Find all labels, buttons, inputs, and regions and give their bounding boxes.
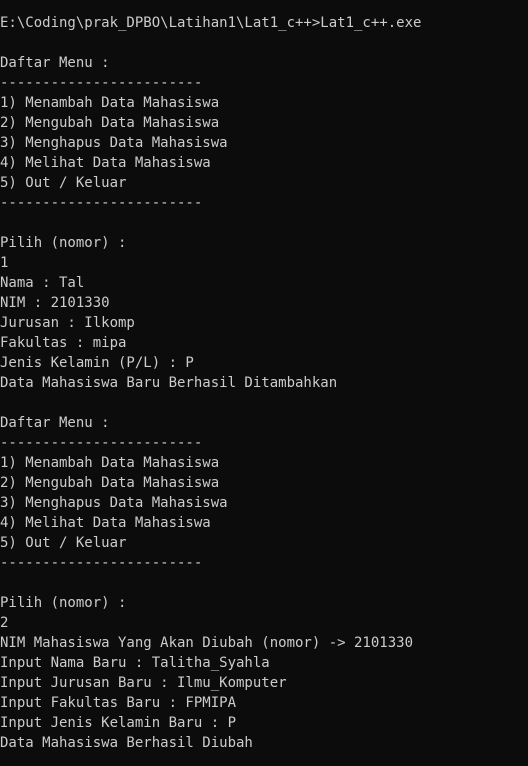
new-faculty-input: Input Fakultas Baru : FPMIPA xyxy=(0,695,237,711)
menu-title: Daftar Menu : xyxy=(0,55,110,71)
command-prompt-line: E:\Coding\prak_DPBO\Latihan1\Lat1_c++>La… xyxy=(0,15,422,31)
menu-divider: ------------------------ xyxy=(0,195,203,211)
menu-divider: ------------------------ xyxy=(0,435,203,451)
menu-option-view: 4) Melihat Data Mahasiswa xyxy=(0,155,211,171)
nim-edit-prompt: NIM Mahasiswa Yang Akan Diubah (nomor) -… xyxy=(0,635,414,651)
choice-input: 1 xyxy=(0,255,9,271)
menu-divider: ------------------------ xyxy=(0,75,203,91)
menu-option-exit: 5) Out / Keluar xyxy=(0,535,127,551)
success-message: Data Mahasiswa Baru Berhasil Ditambahkan xyxy=(0,375,338,391)
menu-option-add: 1) Menambah Data Mahasiswa xyxy=(0,95,220,111)
menu-option-delete: 3) Menghapus Data Mahasiswa xyxy=(0,495,228,511)
menu-divider: ------------------------ xyxy=(0,555,203,571)
console-output[interactable]: E:\Coding\prak_DPBO\Latihan1\Lat1_c++>La… xyxy=(0,0,528,766)
nim-output: NIM : 2101330 xyxy=(0,295,110,311)
choice-prompt: Pilih (nomor) : xyxy=(0,235,127,251)
menu-title: Daftar Menu : xyxy=(0,415,110,431)
menu-option-add: 1) Menambah Data Mahasiswa xyxy=(0,455,220,471)
new-major-input: Input Jurusan Baru : Ilmu_Komputer xyxy=(0,675,287,691)
choice-prompt: Pilih (nomor) : xyxy=(0,595,127,611)
menu-option-edit: 2) Mengubah Data Mahasiswa xyxy=(0,115,220,131)
menu-option-exit: 5) Out / Keluar xyxy=(0,175,127,191)
menu-option-edit: 2) Mengubah Data Mahasiswa xyxy=(0,475,220,491)
edit-success-message: Data Mahasiswa Berhasil Diubah xyxy=(0,735,253,751)
new-gender-input: Input Jenis Kelamin Baru : P xyxy=(0,715,237,731)
menu-option-delete: 3) Menghapus Data Mahasiswa xyxy=(0,135,228,151)
choice-input: 2 xyxy=(0,615,9,631)
name-output: Nama : Tal xyxy=(0,275,85,291)
gender-output: Jenis Kelamin (P/L) : P xyxy=(0,355,194,371)
faculty-output: Fakultas : mipa xyxy=(0,335,127,351)
menu-option-view: 4) Melihat Data Mahasiswa xyxy=(0,515,211,531)
major-output: Jurusan : Ilkomp xyxy=(0,315,135,331)
new-name-input: Input Nama Baru : Talitha_Syahla xyxy=(0,655,270,671)
